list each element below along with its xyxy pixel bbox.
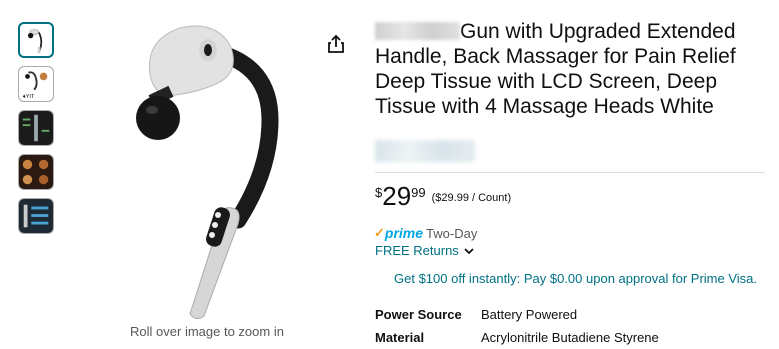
- spec-row-material: Material Acrylonitrile Butadiene Styrene: [375, 326, 659, 349]
- prime-visa-offer-link[interactable]: Get $100 off instantly: Pay $0.00 upon a…: [394, 271, 757, 286]
- thumbnail-2[interactable]: ♦YIT: [18, 66, 54, 102]
- spec-key: Material: [375, 330, 425, 345]
- thumbnail-4[interactable]: [18, 154, 54, 190]
- redacted-brand: [375, 22, 460, 40]
- prime-delivery-speed: Two-Day: [426, 225, 478, 241]
- product-specs: Power Source Battery Powered Material Ac…: [375, 303, 659, 349]
- redacted-rating: [375, 140, 475, 162]
- spec-value: Acrylonitrile Butadiene Styrene: [481, 330, 659, 345]
- zoom-hint: Roll over image to zoom in: [130, 324, 284, 339]
- free-returns-label: FREE Returns: [375, 243, 459, 258]
- spec-value: Battery Powered: [481, 307, 578, 322]
- price-whole: 29: [382, 181, 412, 211]
- free-returns-link[interactable]: FREE Returns: [375, 243, 475, 258]
- share-icon[interactable]: [325, 33, 347, 55]
- product-title: Gun with Upgraded Extended Handle, Back …: [375, 19, 755, 119]
- divider: [375, 172, 765, 173]
- prime-check-icon: ✓: [374, 225, 385, 240]
- massager-thumbnail-image: [28, 29, 43, 54]
- body-areas-thumbnail-image: [19, 155, 53, 189]
- thumbnail-5[interactable]: [18, 198, 54, 234]
- price-symbol: $: [375, 185, 383, 200]
- chevron-down-icon: [464, 247, 474, 254]
- spec-key: Power Source: [375, 307, 462, 322]
- price-block: $ 29 99 ($29.99 / Count): [375, 182, 511, 210]
- thumbnail-3[interactable]: [18, 110, 54, 146]
- price-fraction: 99: [411, 185, 426, 200]
- prime-badge[interactable]: ✓ prime Two-Day: [374, 225, 477, 241]
- thumbnail-list: ♦YIT: [18, 22, 56, 242]
- features-thumbnail-image: [19, 199, 53, 233]
- thumbnail-1[interactable]: [18, 22, 54, 58]
- spec-row-power-source: Power Source Battery Powered: [375, 303, 659, 326]
- prime-logo: prime: [384, 225, 424, 241]
- heads-thumbnail-image: ♦YIT: [23, 71, 48, 100]
- dark-thumbnail-image: [19, 111, 53, 145]
- unit-price: ($29.99 / Count): [431, 192, 512, 204]
- main-product-image[interactable]: [120, 10, 290, 325]
- svg-text:♦YIT: ♦YIT: [23, 94, 35, 100]
